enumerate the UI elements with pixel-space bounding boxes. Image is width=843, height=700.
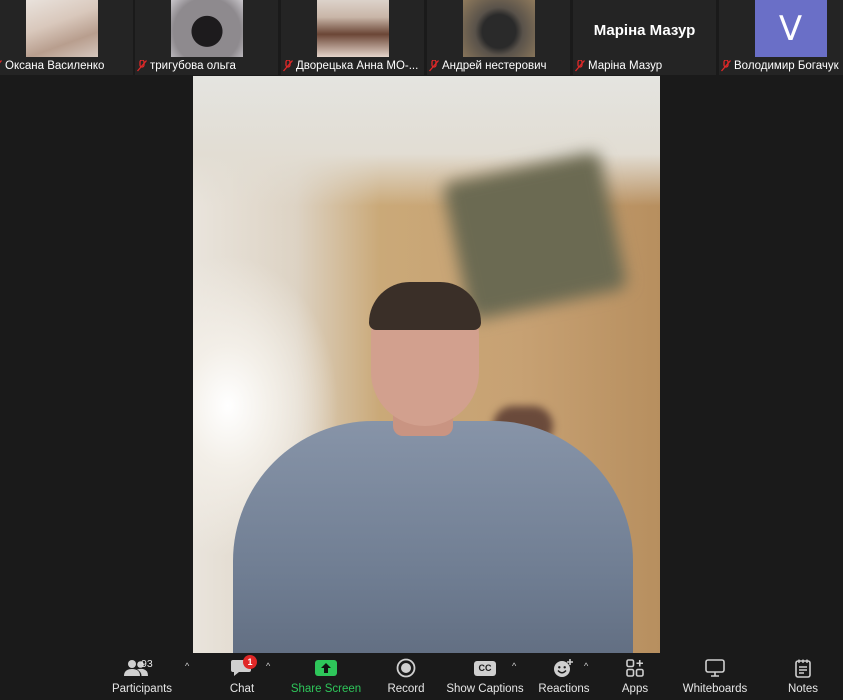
participant-name: Володимир Богачук (734, 60, 839, 72)
participant-nameplate: Володимир Богачук (719, 57, 843, 75)
chat-unread-badge: 1 (243, 655, 257, 669)
chevron-up-icon[interactable]: ^ (185, 661, 189, 671)
whiteboards-label: Whiteboards (682, 683, 748, 695)
participant-display-name: Маріна Мазур (593, 22, 696, 39)
apps-button[interactable]: Apps (615, 653, 655, 700)
participant-name: Дворецька Анна МО-... (296, 60, 419, 72)
participant-nameplate: Оксана Василенко (0, 57, 133, 75)
record-button[interactable]: Record (383, 653, 429, 700)
active-speaker-video[interactable] (193, 76, 660, 653)
participant-video (170, 0, 243, 57)
chevron-up-icon[interactable]: ^ (512, 661, 516, 671)
chevron-up-icon[interactable]: ^ (584, 661, 588, 671)
participant-name: Маріна Мазур (588, 60, 663, 72)
notes-icon (795, 659, 811, 678)
notes-button[interactable]: Notes (783, 653, 823, 700)
participant-name: Андрей нестерович (442, 60, 547, 72)
muted-mic-icon (575, 60, 585, 72)
apps-label: Apps (621, 683, 649, 695)
muted-mic-icon (0, 60, 2, 64)
whiteboard-icon (705, 659, 725, 677)
cc-icon-text: CC (478, 663, 492, 673)
participants-label: Participants (111, 683, 173, 695)
participant-tile[interactable]: Маріна Мазур Маріна Мазур (573, 0, 716, 75)
record-label: Record (387, 683, 425, 695)
share-screen-label: Share Screen (290, 683, 362, 695)
reactions-icon (554, 659, 573, 677)
meeting-toolbar: 93 Participants ^ 1 Chat ^ Share Screen (0, 653, 843, 700)
cc-icon: CC (474, 660, 496, 676)
muted-mic-icon (721, 60, 731, 72)
whiteboards-button[interactable]: Whiteboards (680, 653, 750, 700)
speaker-body (233, 421, 633, 653)
participant-video (462, 0, 535, 57)
show-captions-label: Show Captions (446, 683, 524, 695)
notes-label: Notes (787, 683, 819, 695)
share-screen-icon (315, 660, 337, 676)
participant-count: 93 (141, 658, 153, 670)
participant-nameplate: Андрей нестерович (427, 57, 570, 75)
reactions-button[interactable]: Reactions (537, 653, 591, 700)
participant-name: Оксана Василенко (5, 60, 105, 72)
muted-mic-icon (283, 60, 293, 72)
participants-button[interactable]: 93 Participants (108, 653, 176, 700)
participant-tile[interactable]: Оксана Василенко (0, 0, 133, 75)
participant-nameplate: Дворецька Анна МО-... (281, 57, 424, 75)
participant-nameplate: Маріна Мазур (573, 57, 716, 75)
participant-nameplate: тригубова ольга (135, 57, 278, 75)
share-screen-button[interactable]: Share Screen (290, 653, 362, 700)
muted-mic-icon (137, 60, 147, 72)
apps-icon (626, 659, 644, 677)
participant-strip: Оксана Василенко тригубова ольга Дворець… (0, 0, 843, 76)
record-icon (396, 658, 416, 678)
chat-label: Chat (229, 683, 255, 695)
participant-tile[interactable]: V Володимир Богачук (719, 0, 843, 75)
reactions-label: Reactions (538, 683, 590, 695)
participant-tile[interactable]: Андрей нестерович (427, 0, 570, 75)
participant-tile[interactable]: тригубова ольга (135, 0, 278, 75)
speaker-hair (369, 282, 481, 330)
chevron-up-icon[interactable]: ^ (266, 661, 270, 671)
participant-tile[interactable]: Дворецька Анна МО-... (281, 0, 424, 75)
participant-video (25, 0, 98, 57)
participant-name: тригубова ольга (150, 60, 236, 72)
participant-video (316, 0, 389, 57)
avatar: V (754, 0, 827, 57)
chat-button[interactable]: 1 Chat (220, 653, 264, 700)
muted-mic-icon (429, 60, 439, 72)
